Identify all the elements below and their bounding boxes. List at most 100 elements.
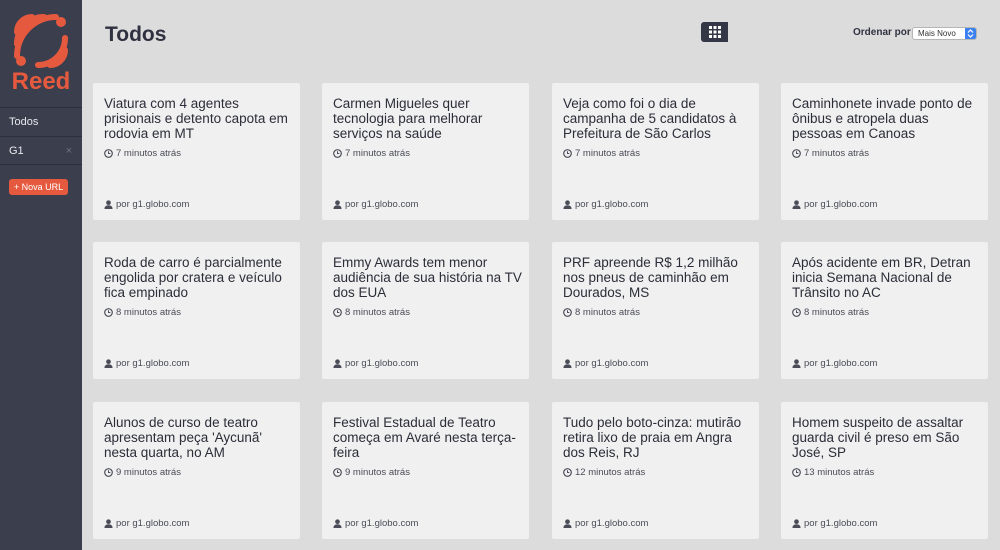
card-time-text: 8 minutos atrás: [116, 307, 181, 318]
card-time-text: 12 minutos atrás: [575, 467, 646, 478]
card-title: Festival Estadual de Teatro começa em Av…: [333, 415, 516, 460]
card-time: 8 minutos atrás: [333, 307, 410, 318]
select-arrows-icon: [965, 28, 976, 39]
card-time: 8 minutos atrás: [563, 307, 640, 318]
news-card[interactable]: Festival Estadual de Teatro começa em Av…: [322, 402, 529, 539]
card-time-text: 8 minutos atrás: [804, 307, 869, 318]
card-time: 7 minutos atrás: [333, 148, 410, 159]
clock-icon: [792, 308, 801, 317]
user-icon: [333, 200, 342, 209]
card-title: Homem suspeito de assaltar guarda civil …: [792, 415, 964, 460]
card-source-text: por g1.globo.com: [116, 358, 190, 369]
clock-icon: [333, 308, 342, 317]
card-time: 9 minutos atrás: [104, 467, 181, 478]
news-card[interactable]: Alunos de curso de teatro apresentam peç…: [93, 402, 300, 539]
remove-feed-icon[interactable]: ×: [66, 137, 72, 165]
news-card[interactable]: Roda de carro é parcialmente engolida po…: [93, 242, 300, 379]
user-icon: [104, 359, 113, 368]
card-time: 7 minutos atrás: [563, 148, 640, 159]
card-source-text: por g1.globo.com: [575, 358, 649, 369]
card-source: por g1.globo.com: [792, 358, 877, 369]
clock-icon: [563, 149, 572, 158]
card-time-text: 9 minutos atrás: [345, 467, 410, 478]
news-card[interactable]: Caminhonete invade ponto de ônibus e atr…: [781, 83, 988, 220]
card-source-text: por g1.globo.com: [575, 199, 649, 210]
card-source-text: por g1.globo.com: [804, 358, 878, 369]
user-icon: [563, 519, 572, 528]
news-card[interactable]: PRF apreende R$ 1,2 milhão nos pneus de …: [552, 242, 759, 379]
clock-icon: [104, 149, 113, 158]
card-source: por g1.globo.com: [333, 358, 418, 369]
add-url-button[interactable]: + Nova URL: [9, 179, 68, 195]
card-title: Carmen Migueles quer tecnologia para mel…: [333, 96, 483, 141]
card-title: PRF apreende R$ 1,2 milhão nos pneus de …: [563, 255, 738, 300]
clock-icon: [563, 308, 572, 317]
card-time-text: 7 minutos atrás: [575, 148, 640, 159]
user-icon: [792, 359, 801, 368]
card-time-text: 13 minutos atrás: [804, 467, 875, 478]
news-card[interactable]: Tudo pelo boto-cinza: mutirão retira lix…: [552, 402, 759, 539]
card-source-text: por g1.globo.com: [804, 199, 878, 210]
card-source-text: por g1.globo.com: [116, 518, 190, 529]
card-source: por g1.globo.com: [333, 199, 418, 210]
card-source-text: por g1.globo.com: [116, 199, 190, 210]
news-card[interactable]: Emmy Awards tem menor audiência de sua h…: [322, 242, 529, 379]
card-time-text: 7 minutos atrás: [345, 148, 410, 159]
grid-icon: [708, 26, 721, 38]
card-time: 8 minutos atrás: [104, 307, 181, 318]
clock-icon: [792, 468, 801, 477]
news-card[interactable]: Homem suspeito de assaltar guarda civil …: [781, 402, 988, 539]
clock-icon: [333, 149, 342, 158]
card-title: Roda de carro é parcialmente engolida po…: [104, 255, 282, 300]
logo-text: Reed: [11, 68, 71, 95]
card-source-text: por g1.globo.com: [345, 199, 419, 210]
user-icon: [104, 200, 113, 209]
clock-icon: [563, 468, 572, 477]
card-source-text: por g1.globo.com: [804, 518, 878, 529]
card-source: por g1.globo.com: [104, 518, 189, 529]
rss-logo-icon: [14, 14, 68, 68]
sidebar-item-label: Todos: [9, 116, 39, 128]
sidebar-item-todos[interactable]: Todos: [0, 108, 82, 136]
card-source: por g1.globo.com: [333, 518, 418, 529]
sidebar: Reed Todos G1 × + Nova URL: [0, 0, 82, 550]
user-icon: [563, 359, 572, 368]
sort-select-value: Mais Novo: [918, 29, 956, 38]
card-source: por g1.globo.com: [104, 199, 189, 210]
card-source-text: por g1.globo.com: [345, 358, 419, 369]
news-card[interactable]: Após acidente em BR, Detran inicia Seman…: [781, 242, 988, 379]
card-title: Emmy Awards tem menor audiência de sua h…: [333, 255, 522, 300]
news-card[interactable]: Viatura com 4 agentes prisionais e deten…: [93, 83, 300, 220]
card-source: por g1.globo.com: [792, 199, 877, 210]
view-toggle: [701, 22, 755, 42]
grid-view-button[interactable]: [701, 22, 728, 42]
sidebar-item-g1[interactable]: G1 ×: [0, 137, 82, 165]
card-title: Alunos de curso de teatro apresentam peç…: [104, 415, 263, 460]
sidebar-divider: [0, 164, 82, 165]
news-card[interactable]: Veja como foi o dia de campanha de 5 can…: [552, 83, 759, 220]
card-source: por g1.globo.com: [563, 518, 648, 529]
user-icon: [792, 519, 801, 528]
sidebar-item-label: G1: [9, 145, 24, 157]
reed-logo[interactable]: Reed: [0, 0, 82, 106]
card-time: 8 minutos atrás: [792, 307, 869, 318]
card-time: 13 minutos atrás: [792, 467, 874, 478]
card-time: 7 minutos atrás: [104, 148, 181, 159]
card-time: 9 minutos atrás: [333, 467, 410, 478]
sort-select[interactable]: Mais Novo: [912, 27, 977, 40]
card-time: 12 minutos atrás: [563, 467, 645, 478]
user-icon: [563, 200, 572, 209]
user-icon: [792, 200, 801, 209]
page-title: Todos: [105, 23, 167, 46]
user-icon: [333, 359, 342, 368]
card-time-text: 8 minutos atrás: [345, 307, 410, 318]
user-icon: [333, 519, 342, 528]
card-title: Viatura com 4 agentes prisionais e deten…: [104, 96, 288, 141]
card-time: 7 minutos atrás: [792, 148, 869, 159]
news-card[interactable]: Carmen Migueles quer tecnologia para mel…: [322, 83, 529, 220]
clock-icon: [792, 149, 801, 158]
card-title: Tudo pelo boto-cinza: mutirão retira lix…: [563, 415, 742, 460]
clock-icon: [333, 468, 342, 477]
card-source: por g1.globo.com: [792, 518, 877, 529]
card-time-text: 8 minutos atrás: [575, 307, 640, 318]
